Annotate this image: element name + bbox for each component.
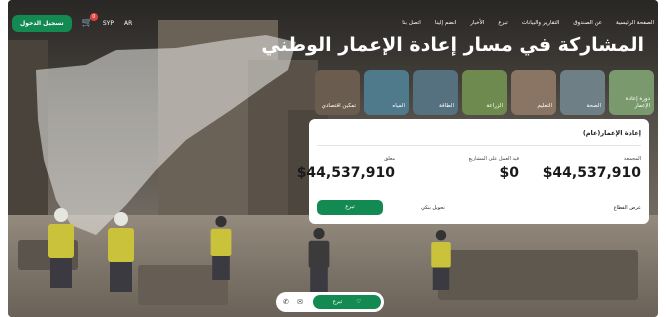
category-cards: دورة إعادة الإعمار الصحة التعليم الزراعة… — [315, 70, 654, 115]
category-card-energy[interactable]: الطاقة — [413, 70, 458, 115]
worker-figure — [48, 208, 74, 288]
currency-switch[interactable]: SYP — [103, 20, 114, 27]
floating-donate-button[interactable]: تبرع ♡ — [313, 295, 381, 309]
top-nav: تسجيل الدخول 🛒 0 SYP AR الصفحة الرئيسية ع… — [12, 13, 654, 33]
donate-label: تبرع — [332, 299, 343, 305]
mail-icon[interactable]: ✉ — [293, 298, 307, 306]
worker-figure — [431, 230, 451, 290]
card-heading: إعادة الإعمار(عام) — [582, 129, 641, 137]
worker-figure — [108, 212, 134, 292]
category-card-health[interactable]: الصحة — [560, 70, 605, 115]
worker-figure — [308, 228, 330, 292]
phone-icon[interactable]: ✆ — [279, 298, 293, 306]
nav-link-donate[interactable]: تبرع — [498, 20, 508, 26]
rubble-pile — [438, 250, 638, 300]
category-card-agriculture[interactable]: الزراعة — [462, 70, 507, 115]
fund-summary-card: إعادة الإعمار(عام) المجمعة $44,537,910 ق… — [297, 119, 649, 224]
nav-link-news[interactable]: الأخبار — [470, 20, 484, 26]
nav-link-join[interactable]: انضم إلينا — [435, 20, 456, 26]
cart-icon[interactable]: 🛒 0 — [82, 13, 98, 28]
nav-link-about[interactable]: عن الصندوق — [573, 20, 602, 26]
nav-link-home[interactable]: الصفحة الرئيسية — [616, 20, 654, 26]
divider — [317, 145, 641, 146]
heart-icon: ♡ — [356, 299, 362, 305]
stat-collected: المجمعة $44,537,910 — [542, 156, 641, 181]
bottom-action-bar: ✆ ✉ تبرع ♡ — [276, 292, 384, 312]
donate-button[interactable]: تبرع — [317, 200, 383, 215]
stat-pending: معلق $44,537,910 — [296, 156, 395, 181]
category-card-education[interactable]: التعليم — [511, 70, 556, 115]
bank-transfer-link[interactable]: تحويل بنكي — [421, 205, 445, 211]
stat-in-progress: قيد العمل على المشاريع $0 — [468, 156, 519, 181]
nav-link-contact[interactable]: اتصل بنا — [402, 20, 421, 26]
login-button[interactable]: تسجيل الدخول — [12, 14, 72, 32]
nav-links: الصفحة الرئيسية عن الصندوق التقارير والب… — [402, 20, 654, 26]
category-card-water[interactable]: المياه — [364, 70, 409, 115]
view-sector-link[interactable]: عرض القطاع — [614, 205, 641, 211]
nav-link-reports[interactable]: التقارير والبيانات — [522, 20, 560, 26]
category-card-economic[interactable]: تمكين اقتصادي — [315, 70, 360, 115]
worker-figure — [210, 216, 232, 280]
category-card-reconstruction[interactable]: دورة إعادة الإعمار — [609, 70, 654, 115]
cart-badge: 0 — [89, 13, 98, 21]
language-switch[interactable]: AR — [124, 20, 132, 27]
page-title: المشاركة في مسار إعادة الإعمار الوطني — [261, 34, 644, 56]
